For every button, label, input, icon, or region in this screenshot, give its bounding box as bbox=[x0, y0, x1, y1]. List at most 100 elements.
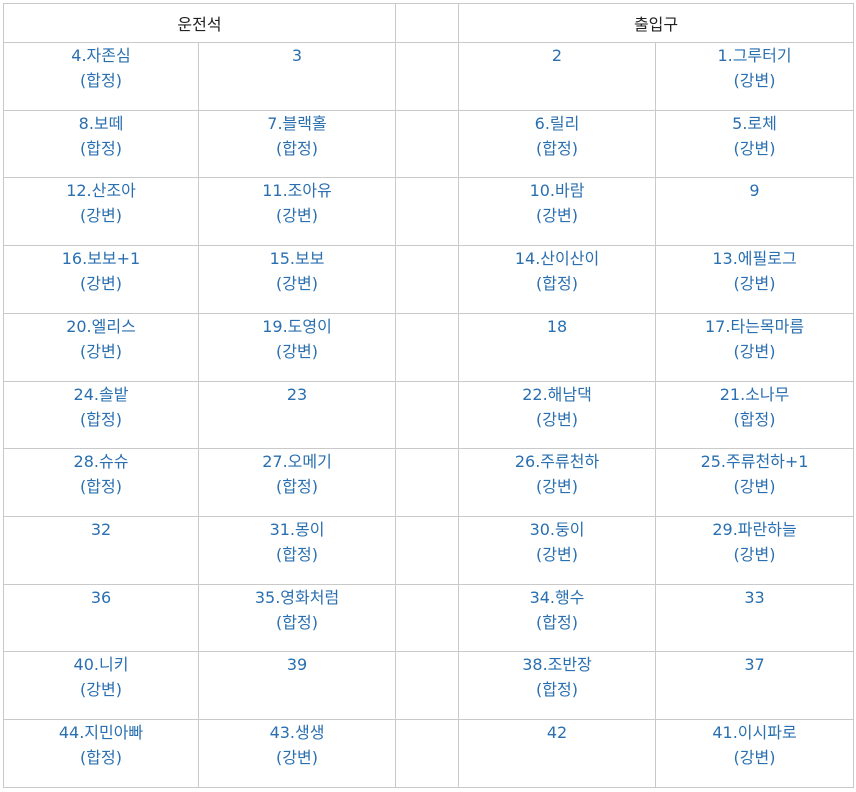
seat-name: 21.소나무 bbox=[719, 384, 790, 404]
seat-location: (합정) bbox=[80, 477, 122, 497]
seat-location: (강변) bbox=[733, 138, 776, 158]
aisle-cell bbox=[395, 583, 460, 653]
seat-name: 36 bbox=[90, 587, 112, 607]
seat-cell: 1.그루터기 (강변) bbox=[655, 42, 855, 111]
seat-name: 43.생생 bbox=[269, 723, 325, 743]
seat-location: (강변) bbox=[733, 748, 776, 768]
aisle-cell bbox=[395, 719, 460, 788]
seat-rows: 4.자존심 (합정) 3 2 1.그루터기 (강변) 8.보떼 (합정) 7.블랙홀 (합정) 6.… bbox=[3, 42, 855, 788]
seat-location: (강변) bbox=[276, 274, 318, 294]
seat-cell: 38.조반장 (합정) bbox=[458, 651, 657, 721]
seat-row: 20.엘리스 (강변) 19.도영이 (강변) 18 17.타는목마름 (강변) bbox=[3, 312, 855, 382]
seat-location: (합정) bbox=[276, 612, 318, 632]
seat-cell: 22.해남댁 (강변) bbox=[458, 380, 657, 450]
seat-location: (강변) bbox=[276, 206, 318, 226]
seat-location: (합정) bbox=[80, 71, 122, 90]
seat-name: 27.오메기 bbox=[262, 452, 332, 472]
seat-name: 26.주류천하 bbox=[514, 452, 600, 472]
seat-cell: 27.오메기 (합정) bbox=[197, 448, 397, 518]
seat-row: 28.슈슈 (합정) 27.오메기 (합정) 26.주류천하 (강변) 25.주류천하+1 (… bbox=[3, 448, 855, 518]
seat-name: 24.솔밭 bbox=[73, 384, 129, 404]
seat-cell: 15.보보 (강변) bbox=[197, 245, 397, 314]
seat-cell: 44.지민아빠 (합정) bbox=[3, 719, 199, 788]
seat-location: (합정) bbox=[276, 545, 318, 565]
header-row: 운전석 출입구 bbox=[2, 3, 855, 43]
seat-location: (강변) bbox=[80, 274, 122, 294]
seat-name: 37 bbox=[744, 655, 765, 675]
seat-name: 25.주류천하+1 bbox=[700, 452, 809, 472]
seat-row: 36 35.영화처럼 (합정) 34.행수 (합정) 33 bbox=[3, 583, 855, 653]
seat-name: 34.행수 bbox=[529, 587, 585, 607]
seat-cell: 42 bbox=[458, 719, 657, 788]
seat-cell: 35.영화처럼 (합정) bbox=[197, 583, 397, 653]
seat-location: (합정) bbox=[536, 138, 578, 158]
seat-cell: 16.보보+1 (강변) bbox=[3, 245, 199, 314]
seat-row: 32 31.몽이 (합정) 30.둥이 (강변) 29.파란하늘 (강변) bbox=[3, 516, 855, 585]
seat-cell: 30.둥이 (강변) bbox=[458, 516, 657, 585]
seat-name: 22.해남댁 bbox=[522, 384, 592, 404]
seat-name: 29.파란하늘 bbox=[712, 520, 797, 540]
seat-cell: 20.엘리스 (강변) bbox=[3, 312, 199, 382]
seat-name: 15.보보 bbox=[269, 249, 325, 269]
seat-cell: 32 bbox=[3, 516, 199, 585]
seat-location: (강변) bbox=[536, 409, 578, 429]
seat-cell: 34.행수 (합정) bbox=[458, 583, 657, 653]
seat-name: 23 bbox=[286, 384, 308, 404]
seat-location: (합정) bbox=[80, 138, 122, 158]
seat-name: 13.에필로그 bbox=[712, 249, 797, 269]
seat-cell: 40.니키 (강변) bbox=[3, 651, 199, 721]
seat-cell: 43.생생 (강변) bbox=[197, 719, 397, 788]
seat-cell: 26.주류천하 (강변) bbox=[458, 448, 657, 518]
seat-cell: 21.소나무 (합정) bbox=[655, 380, 855, 450]
seat-cell: 28.슈슈 (합정) bbox=[3, 448, 199, 518]
seat-name: 20.엘리스 bbox=[66, 316, 136, 336]
seat-row: 40.니키 (강변) 39 38.조반장 (합정) 37 bbox=[3, 651, 855, 721]
seat-location: (강변) bbox=[733, 341, 776, 361]
seat-name: 42 bbox=[546, 723, 568, 743]
aisle-cell bbox=[395, 448, 460, 518]
seat-location: (강변) bbox=[276, 341, 318, 361]
seat-location: (강변) bbox=[536, 545, 578, 565]
seat-table: 운전석 출입구 4.자존심 (합정) 3 2 1.그루터기 (강변) 8.보떼 (합정) 7.블… bbox=[2, 3, 855, 788]
seat-name: 7.블랙홀 bbox=[267, 113, 327, 133]
seat-location: (강변) bbox=[733, 71, 776, 90]
seat-cell: 17.타는목마름 (강변) bbox=[655, 312, 855, 382]
seat-location: (강변) bbox=[80, 206, 122, 226]
seat-cell: 13.에필로그 (강변) bbox=[655, 245, 855, 314]
seat-name: 10.바람 bbox=[529, 181, 585, 201]
seat-cell: 23 bbox=[197, 380, 397, 450]
seat-row: 16.보보+1 (강변) 15.보보 (강변) 14.산이산이 (합정) 13.에필로그 (강… bbox=[3, 245, 855, 314]
seat-name: 19.도영이 bbox=[262, 316, 332, 336]
seat-location: (강변) bbox=[536, 206, 578, 226]
seat-name: 1.그루터기 bbox=[717, 46, 792, 65]
seat-location: (강변) bbox=[733, 545, 776, 565]
aisle-cell bbox=[395, 380, 460, 450]
seat-cell: 33 bbox=[655, 583, 855, 653]
seat-location: (합정) bbox=[536, 680, 578, 700]
seat-name: 35.영화처럼 bbox=[254, 587, 340, 607]
seat-name: 38.조반장 bbox=[522, 655, 592, 675]
seat-name: 12.산조아 bbox=[66, 181, 136, 201]
seat-cell: 31.몽이 (합정) bbox=[197, 516, 397, 585]
seat-cell: 19.도영이 (강변) bbox=[197, 312, 397, 382]
seat-cell: 2 bbox=[458, 42, 657, 111]
driver-seat-header: 운전석 bbox=[2, 3, 397, 43]
aisle-cell bbox=[395, 245, 460, 314]
seat-row: 44.지민아빠 (합정) 43.생생 (강변) 42 41.이시파로 (강변) bbox=[3, 719, 855, 788]
seat-name: 6.릴리 bbox=[534, 113, 580, 133]
seat-name: 39 bbox=[286, 655, 308, 675]
seat-location: (합정) bbox=[536, 612, 578, 632]
seat-name: 33 bbox=[744, 587, 765, 607]
seat-name: 14.산이산이 bbox=[514, 249, 600, 269]
seat-cell: 39 bbox=[197, 651, 397, 721]
aisle-header bbox=[395, 3, 460, 43]
seat-row: 8.보떼 (합정) 7.블랙홀 (합정) 6.릴리 (합정) 5.로체 (강변) bbox=[3, 109, 855, 179]
seat-name: 16.보보+1 bbox=[61, 249, 141, 269]
seat-name: 2 bbox=[551, 46, 563, 65]
seat-location: (강변) bbox=[80, 341, 122, 361]
seat-cell: 11.조아유 (강변) bbox=[197, 177, 397, 247]
aisle-cell bbox=[395, 516, 460, 585]
seat-cell: 10.바람 (강변) bbox=[458, 177, 657, 247]
seat-location: (강변) bbox=[276, 748, 318, 768]
seat-location: (합정) bbox=[733, 409, 776, 429]
